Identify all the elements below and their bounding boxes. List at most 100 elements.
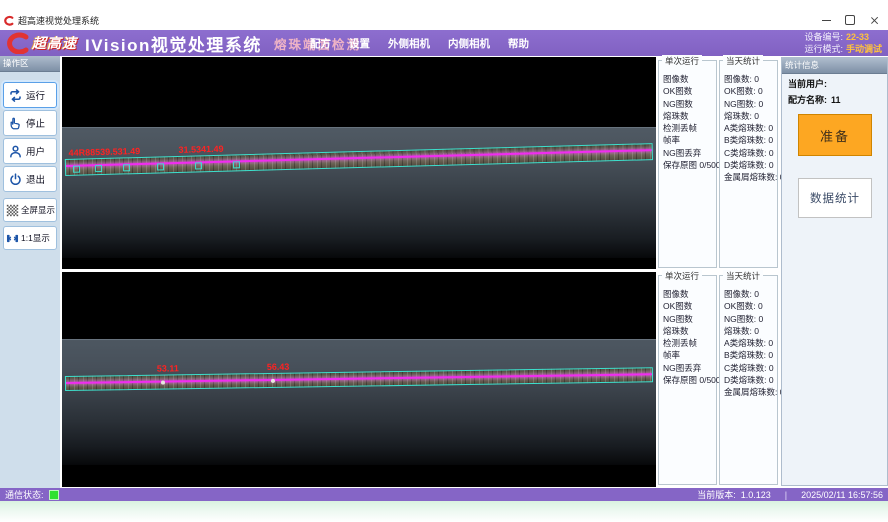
- run-cycle-icon: [8, 88, 23, 103]
- status-bar: 通信状态: 当前版本: 1.0.123 | 2025/02/11 16:57:5…: [0, 488, 888, 501]
- menu-item[interactable]: 配方: [310, 36, 331, 51]
- comm-status: 通信状态:: [5, 488, 59, 501]
- stat-row: 检测丢帧: [659, 337, 716, 349]
- single-run-stats-bottom: 单次运行 图像数OK图数NG图数熔珠数检测丢帧帧率NG图丢弃保存原图 0/500: [658, 275, 717, 485]
- app-logo-icon: [3, 15, 14, 26]
- stat-row: 帧率: [659, 134, 716, 146]
- stat-row: 熔珠数: [659, 325, 716, 337]
- camera-viewport-outer[interactable]: 44R88539.531.49 31.5341.49: [62, 57, 656, 269]
- exit-button-label: 退出: [26, 172, 45, 186]
- stat-row: 熔珠数: 0: [720, 325, 777, 337]
- version-datetime: 当前版本: 1.0.123 | 2025/02/11 16:57:56: [697, 488, 883, 501]
- menu-item[interactable]: 设置: [349, 36, 370, 51]
- run-mode-row: 运行模式:手动调试: [804, 44, 882, 56]
- data-statistics-button[interactable]: 数据统计: [798, 178, 872, 218]
- stat-row: OK图数: [659, 85, 716, 97]
- version-value: 1.0.123: [741, 490, 771, 500]
- window-title: 超高速视觉处理系统: [18, 14, 99, 27]
- run-mode-label: 运行模式:: [804, 44, 843, 54]
- stat-row: OK图数: 0: [720, 85, 777, 97]
- stats-group-title: 当天统计: [723, 55, 763, 67]
- stat-row: OK图数: [659, 300, 716, 312]
- stat-row: 保存原图 0/500: [659, 374, 716, 386]
- current-user-row: 当前用户:: [782, 74, 887, 90]
- stat-row: 图像数: [659, 288, 716, 300]
- stat-row: NG图丢弃: [659, 147, 716, 159]
- app-title: IVision视觉处理系统: [85, 31, 262, 56]
- device-number-value: 22-33: [846, 32, 869, 42]
- single-run-stats-top: 单次运行 图像数OK图数NG图数熔珠数检测丢帧帧率NG图丢弃保存原图 0/500: [658, 60, 717, 268]
- one-to-one-button[interactable]: 1:1显示: [3, 226, 57, 250]
- stat-row: B类熔珠数: 0: [720, 349, 777, 361]
- stats-group-title: 单次运行: [662, 55, 702, 67]
- status-separator: |: [785, 490, 787, 500]
- fullscreen-button-label: 全屏显示: [21, 204, 55, 216]
- stats-rows: 图像数: 0OK图数: 0NG图数: 0熔珠数: 0A类熔珠数: 0B类熔珠数:…: [720, 73, 777, 184]
- stats-rows: 图像数OK图数NG图数熔珠数检测丢帧帧率NG图丢弃保存原图 0/500: [659, 288, 716, 386]
- brand-logo-icon: [4, 32, 30, 54]
- device-info-block: 设备编号:22-33 运行模式:手动调试: [804, 32, 882, 55]
- run-button[interactable]: 运行: [3, 82, 57, 108]
- sidebar-title: 操作区: [0, 56, 60, 72]
- exit-button[interactable]: 退出: [3, 166, 57, 192]
- stat-row: 保存原图 0/500: [659, 159, 716, 171]
- bead-dot: [161, 381, 165, 385]
- detection-marker: [123, 164, 130, 171]
- brand-script-text: 超高速: [32, 33, 77, 53]
- stat-row: 金属屑熔珠数: 0: [720, 386, 777, 398]
- stat-row: B类熔珠数: 0: [720, 134, 777, 146]
- detection-marker: [157, 163, 164, 170]
- user-button-label: 用户: [26, 144, 45, 158]
- info-panel-title: 统计信息: [782, 58, 887, 74]
- desktop-background-strip: [0, 501, 888, 522]
- stat-row: 熔珠数: [659, 110, 716, 122]
- recipe-name-label: 配方名称:: [788, 95, 827, 105]
- bead-dot: [271, 379, 275, 383]
- stat-row: A类熔珠数: 0: [720, 122, 777, 134]
- version-label: 当前版本:: [697, 488, 736, 501]
- stat-row: OK图数: 0: [720, 300, 777, 312]
- device-number-label: 设备编号:: [804, 32, 843, 42]
- comm-ok-indicator: [49, 490, 59, 500]
- ready-button[interactable]: 准备: [798, 114, 872, 156]
- one-to-one-icon: [6, 232, 19, 245]
- measurement-annotation: 44R88539.531.49: [68, 146, 140, 158]
- fullscreen-pattern-icon: [6, 204, 19, 217]
- recipe-name-value: 11: [831, 95, 841, 105]
- stat-row: D类熔珠数: 0: [720, 159, 777, 171]
- stat-row: NG图丢弃: [659, 362, 716, 374]
- window-controls: [814, 12, 886, 28]
- menu-item[interactable]: 帮助: [508, 36, 529, 51]
- stat-row: C类熔珠数: 0: [720, 147, 777, 159]
- menu-item[interactable]: 内侧相机: [448, 36, 490, 51]
- stat-row: C类熔珠数: 0: [720, 362, 777, 374]
- power-icon: [8, 172, 23, 187]
- comm-status-label: 通信状态:: [5, 488, 44, 501]
- stat-row: A类熔珠数: 0: [720, 337, 777, 349]
- run-button-label: 运行: [26, 88, 45, 102]
- app-window: 超高速视觉处理系统 超高速 IVision视觉处理系统 熔珠端面检测 配方设置外…: [0, 0, 888, 522]
- user-button[interactable]: 用户: [3, 138, 57, 164]
- stat-row: 金属屑熔珠数: 0: [720, 171, 777, 183]
- stat-row: 图像数: [659, 73, 716, 85]
- stop-hand-icon: [8, 116, 23, 131]
- recipe-name-row: 配方名称: 11: [782, 90, 887, 106]
- camera-viewport-inner[interactable]: 53.11 56.43: [62, 272, 656, 487]
- stat-row: NG图数: [659, 98, 716, 110]
- statistics-info-panel: 统计信息 当前用户: 配方名称: 11 准备 数据统计: [781, 57, 888, 486]
- close-button[interactable]: [862, 12, 886, 28]
- menu-bar: 配方 设置 外侧相机 内侧相机 帮助: [310, 30, 529, 56]
- stop-button-label: 停止: [26, 116, 45, 130]
- stat-row: D类熔珠数: 0: [720, 374, 777, 386]
- maximize-button[interactable]: [838, 12, 862, 28]
- app-header: 超高速 IVision视觉处理系统 熔珠端面检测 配方设置外侧相机内侧相机帮助 …: [0, 30, 888, 56]
- fullscreen-button[interactable]: 全屏显示: [3, 198, 57, 222]
- close-icon: [870, 16, 879, 25]
- minimize-button[interactable]: [814, 12, 838, 28]
- stat-row: NG图数: 0: [720, 98, 777, 110]
- stop-button[interactable]: 停止: [3, 110, 57, 136]
- stats-group-title: 单次运行: [662, 270, 702, 282]
- device-number-row: 设备编号:22-33: [804, 32, 882, 44]
- operation-sidebar: 操作区 运行 停止: [0, 56, 60, 488]
- menu-item[interactable]: 外侧相机: [388, 36, 430, 51]
